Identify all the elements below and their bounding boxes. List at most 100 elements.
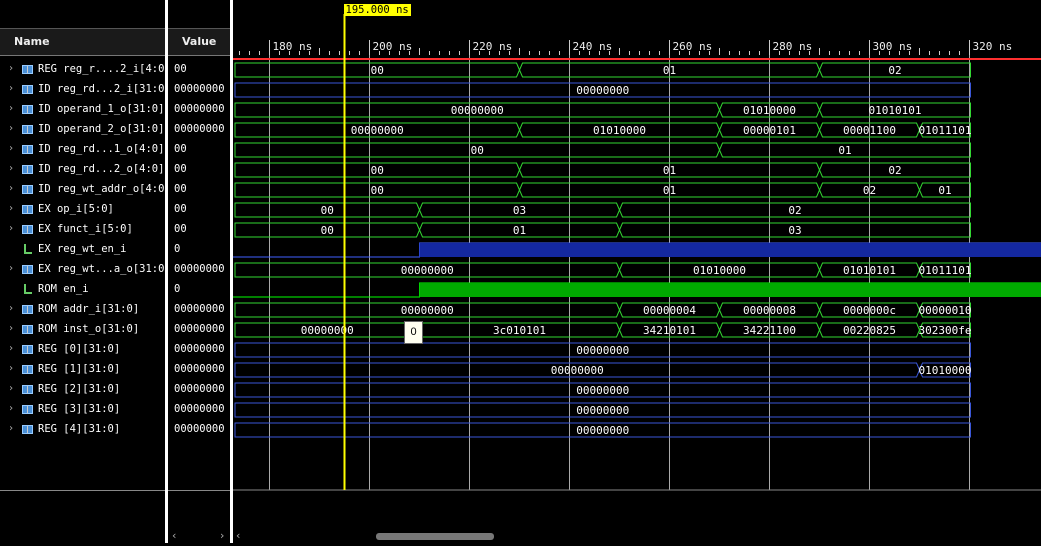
signal-row[interactable]: ›EX reg_wt...a_o[31:0] (0, 260, 165, 280)
expand-chevron-icon[interactable]: › (8, 363, 14, 374)
value-scroll-right-arrow[interactable]: › (220, 529, 224, 542)
signal-name: REG [4][31:0] (38, 423, 120, 435)
bus-value-label: 02 (788, 204, 801, 217)
signal-row[interactable]: ›ID reg_wt_addr_o[4:0] (0, 180, 165, 200)
signal-row[interactable]: ›ID reg_rd...2_o[4:0] (0, 160, 165, 180)
signal-value: 00000000 (174, 103, 225, 115)
signal-value: 00000000 (174, 403, 225, 415)
bus-signal-icon (22, 165, 33, 174)
value-row[interactable]: 00000000 (168, 320, 230, 340)
signal-row[interactable]: ›ID reg_rd...1_o[4:0] (0, 140, 165, 160)
value-row[interactable]: 00000000 (168, 400, 230, 420)
bus-value-label: 00000008 (743, 304, 796, 317)
value-row[interactable]: 00 (168, 200, 230, 220)
bus-value-label: 3c010101 (493, 324, 546, 337)
expand-chevron-icon[interactable]: › (8, 343, 14, 354)
signal-row[interactable]: ›ID operand_1_o[31:0] (0, 100, 165, 120)
expand-chevron-icon[interactable]: › (8, 203, 14, 214)
bus-signal-icon (22, 325, 33, 334)
value-row[interactable]: 00 (168, 140, 230, 160)
signal-name: ROM en_i (38, 283, 89, 295)
value-row[interactable]: 00000000 (168, 380, 230, 400)
expand-chevron-icon[interactable]: › (8, 103, 14, 114)
expand-chevron-icon[interactable]: › (8, 263, 14, 274)
value-row[interactable]: 00000000 (168, 300, 230, 320)
waveform-trace[interactable] (233, 283, 1041, 297)
signal-row[interactable]: ›REG [0][31:0] (0, 340, 165, 360)
bus-value-label: 00000000 (576, 84, 629, 97)
signal-name: ROM addr_i[31:0] (38, 303, 139, 315)
value-row[interactable]: 0 (168, 280, 230, 300)
bus-signal-icon (22, 405, 33, 414)
signal-name-pane: Name ›REG reg_r....2_i[4:0]›ID reg_rd...… (0, 0, 165, 543)
expand-chevron-icon[interactable]: › (8, 123, 14, 134)
signal-row[interactable]: ›ID operand_2_o[31:0] (0, 120, 165, 140)
bus-signal-icon (22, 65, 33, 74)
wave-scroll-left-arrow[interactable]: ‹ (236, 529, 240, 542)
cursor-time-label[interactable]: 195.000 ns (344, 4, 411, 16)
waveform-trace[interactable] (233, 243, 1041, 257)
bus-value-label: 01 (513, 224, 526, 237)
ruler-tick-label: 260 ns (673, 40, 713, 53)
signal-row[interactable]: ROM en_i (0, 280, 165, 300)
bit-high-fill (420, 243, 1041, 257)
signal-name: REG [3][31:0] (38, 403, 120, 415)
value-row[interactable]: 00000000 (168, 420, 230, 440)
signal-value: 00000000 (174, 303, 225, 315)
expand-chevron-icon[interactable]: › (8, 163, 14, 174)
expand-chevron-icon[interactable]: › (8, 423, 14, 434)
value-row[interactable]: 00 (168, 180, 230, 200)
signal-row[interactable]: › ROM addr_i[31:0] (0, 300, 165, 320)
signal-row[interactable]: › REG [3][31:0] (0, 400, 165, 420)
signal-value: 00000000 (174, 423, 225, 435)
value-scroll-left-arrow[interactable]: ‹ (172, 529, 176, 542)
value-row[interactable]: 0 (168, 240, 230, 260)
value-row[interactable]: 00 (168, 60, 230, 80)
signal-row[interactable]: ›EX op_i[5:0] (0, 200, 165, 220)
expand-chevron-icon[interactable]: › (8, 183, 14, 194)
signal-row[interactable]: › REG [2][31:0] (0, 380, 165, 400)
bus-signal-icon (22, 105, 33, 114)
bus-value-label: 03 (513, 204, 526, 217)
expand-chevron-icon[interactable]: › (8, 323, 14, 334)
signal-row[interactable]: ›ROM inst_o[31:0] (0, 320, 165, 340)
expand-chevron-icon[interactable]: › (8, 63, 14, 74)
value-row[interactable]: 00000000 (168, 360, 230, 380)
signal-row[interactable]: ›EX funct_i[5:0] (0, 220, 165, 240)
value-row[interactable]: 00 (168, 160, 230, 180)
bus-value-label: 00 (471, 144, 484, 157)
value-row[interactable]: 00000000 (168, 100, 230, 120)
expand-chevron-icon[interactable]: › (8, 223, 14, 234)
value-row[interactable]: 00000000 (168, 260, 230, 280)
name-column-header[interactable]: Name (0, 28, 165, 56)
expand-chevron-icon[interactable]: › (8, 303, 14, 314)
signal-row[interactable]: › REG [4][31:0] (0, 420, 165, 440)
bus-value-label: 01010000 (919, 364, 972, 377)
signal-name: ID reg_wt_addr_o[4:0] (38, 183, 171, 195)
expand-chevron-icon[interactable]: › (8, 383, 14, 394)
value-header-label: Value (182, 35, 216, 48)
value-column-header[interactable]: Value (168, 28, 230, 56)
value-row[interactable]: 00000000 (168, 120, 230, 140)
expand-chevron-icon[interactable]: › (8, 403, 14, 414)
signal-row[interactable]: ›REG reg_r....2_i[4:0] (0, 60, 165, 80)
value-pane-divider (168, 490, 230, 491)
signal-row[interactable]: EX reg_wt_en_i (0, 240, 165, 260)
value-row[interactable]: 00000000 (168, 80, 230, 100)
signal-value: 00000000 (174, 123, 225, 135)
waveform-canvas[interactable]: 180 ns200 ns220 ns240 ns260 ns280 ns300 … (233, 0, 1041, 543)
bus-value-label: 00000000 (401, 264, 454, 277)
signal-row[interactable]: ›REG [1][31:0] (0, 360, 165, 380)
expand-chevron-icon[interactable]: › (8, 143, 14, 154)
waveform-pane[interactable]: 180 ns200 ns220 ns240 ns260 ns280 ns300 … (233, 0, 1041, 543)
bus-value-label: 00 (371, 184, 384, 197)
signal-row[interactable]: ›ID reg_rd...2_i[31:0] (0, 80, 165, 100)
wave-scroll-thumb[interactable] (376, 533, 494, 540)
bus-value-label: 00000000 (301, 324, 354, 337)
expand-chevron-icon[interactable]: › (8, 83, 14, 94)
value-row[interactable]: 00 (168, 220, 230, 240)
bus-value-label: 34210101 (643, 324, 696, 337)
bus-value-label: 01 (838, 144, 851, 157)
signal-name: REG [2][31:0] (38, 383, 120, 395)
value-row[interactable]: 00000000 (168, 340, 230, 360)
